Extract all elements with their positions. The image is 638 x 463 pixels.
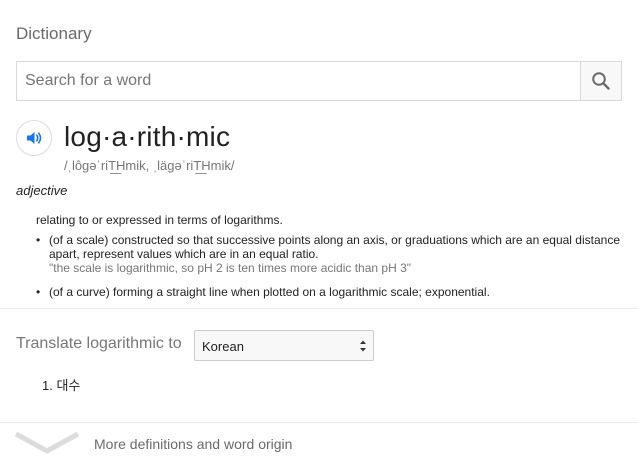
pronunciation-button[interactable]: [16, 120, 52, 156]
card-title: Dictionary: [16, 24, 92, 43]
bullet: •: [36, 285, 41, 299]
dictionary-card: Dictionary log·a·rith·mic /ˌlôɡəˈriT͟Hmi…: [0, 0, 638, 463]
section-divider: [0, 308, 638, 309]
sense-text: (of a scale) constructed so that success…: [49, 233, 620, 261]
language-select[interactable]: Korean: [194, 330, 374, 361]
translation-result: 1. 대수: [42, 378, 81, 393]
part-of-speech: adjective: [16, 183, 68, 198]
language-select-value: Korean: [202, 339, 244, 354]
search-input[interactable]: [17, 62, 581, 100]
bullet: •: [36, 233, 41, 247]
sense-list: • (of a scale) constructed so that succe…: [36, 233, 624, 309]
more-definitions-button[interactable]: More definitions and word origin: [0, 423, 638, 463]
main-definition: relating to or expressed in terms of log…: [36, 213, 283, 227]
chevron-down-icon: [14, 431, 80, 454]
sense-text: (of a curve) forming a straight line whe…: [49, 285, 490, 299]
search-button[interactable]: [580, 62, 621, 100]
search-box: [16, 61, 622, 101]
sense-item: • (of a curve) forming a straight line w…: [36, 285, 624, 299]
sense-example: "the scale is logarithmic, so pH 2 is te…: [49, 261, 412, 275]
headword: log·a·rith·mic: [64, 121, 231, 152]
speaker-icon: [27, 132, 42, 144]
up-down-arrows-icon: [360, 340, 366, 352]
more-definitions-label: More definitions and word origin: [94, 436, 293, 452]
sense-item: • (of a scale) constructed so that succe…: [36, 233, 624, 275]
translate-label: Translate logarithmic to: [16, 335, 182, 352]
search-icon: [592, 72, 610, 90]
phonetic-spelling: /ˌlôɡəˈriT͟Hmik, ˌläɡəˈriT͟Hmik/: [64, 158, 235, 173]
